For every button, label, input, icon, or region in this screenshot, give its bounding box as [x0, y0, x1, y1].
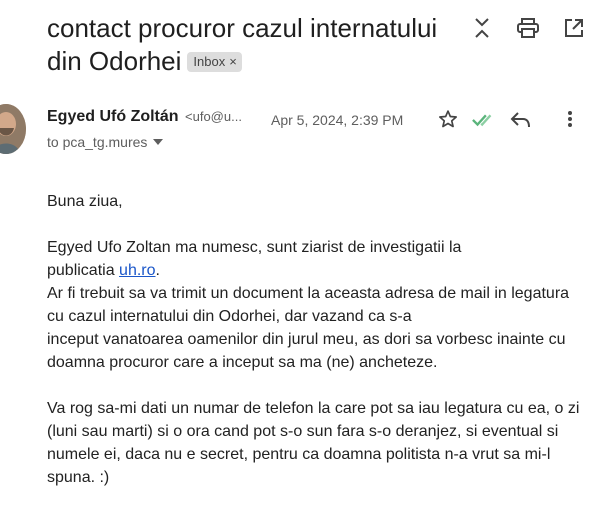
body-paragraph-line: Egyed Ufo Zoltan ma numesc, sunt ziarist… [47, 239, 462, 256]
sender-line: Egyed Ufó Zoltán <ufo@u... [47, 108, 242, 126]
collapse-icon[interactable] [469, 15, 495, 41]
sender-name[interactable]: Egyed Ufó Zoltán [47, 108, 179, 125]
open-in-new-window-icon[interactable] [561, 15, 587, 41]
message-date: Apr 5, 2024, 2:39 PM [271, 112, 404, 128]
inbox-label-chip[interactable]: Inbox × [187, 52, 242, 72]
chevron-down-icon[interactable] [153, 139, 164, 145]
recipients-line: to pca_tg.mures [47, 134, 164, 150]
uh-ro-link[interactable]: uh.ro [119, 262, 155, 279]
body-paragraph-line: publicatia uh.ro. [47, 259, 587, 282]
subject-heading: contact procuror cazul internatului din … [47, 12, 447, 78]
body-paragraph: Va rog sa-mi dati un numar de telefon la… [47, 400, 580, 486]
inbox-label-text: Inbox [193, 54, 226, 69]
more-vert-icon[interactable] [558, 107, 582, 131]
greeting: Buna ziua, [47, 193, 123, 210]
recipients-text: to pca_tg.mures [47, 134, 148, 150]
publication-prefix: publicatia [47, 262, 120, 279]
sender-email: <ufo@u... [185, 109, 242, 124]
thread-toolbar [469, 15, 587, 41]
print-icon[interactable] [515, 15, 541, 41]
publication-suffix: . [155, 262, 160, 279]
body-paragraph-line: inceput vanatoarea oamenilor din jurul m… [47, 331, 566, 371]
body-paragraph-line: Ar fi trebuit sa va trimit un document l… [47, 285, 570, 325]
subject-text: contact procuror cazul internatului din … [47, 13, 438, 76]
message-actions [436, 107, 582, 131]
reply-icon[interactable] [508, 107, 532, 131]
remove-label-button[interactable]: × [229, 54, 237, 69]
star-icon[interactable] [436, 107, 460, 131]
sender-avatar[interactable] [0, 104, 26, 154]
double-check-icon [472, 107, 496, 131]
message-body: Buna ziua, Egyed Ufo Zoltan ma numesc, s… [47, 190, 587, 489]
